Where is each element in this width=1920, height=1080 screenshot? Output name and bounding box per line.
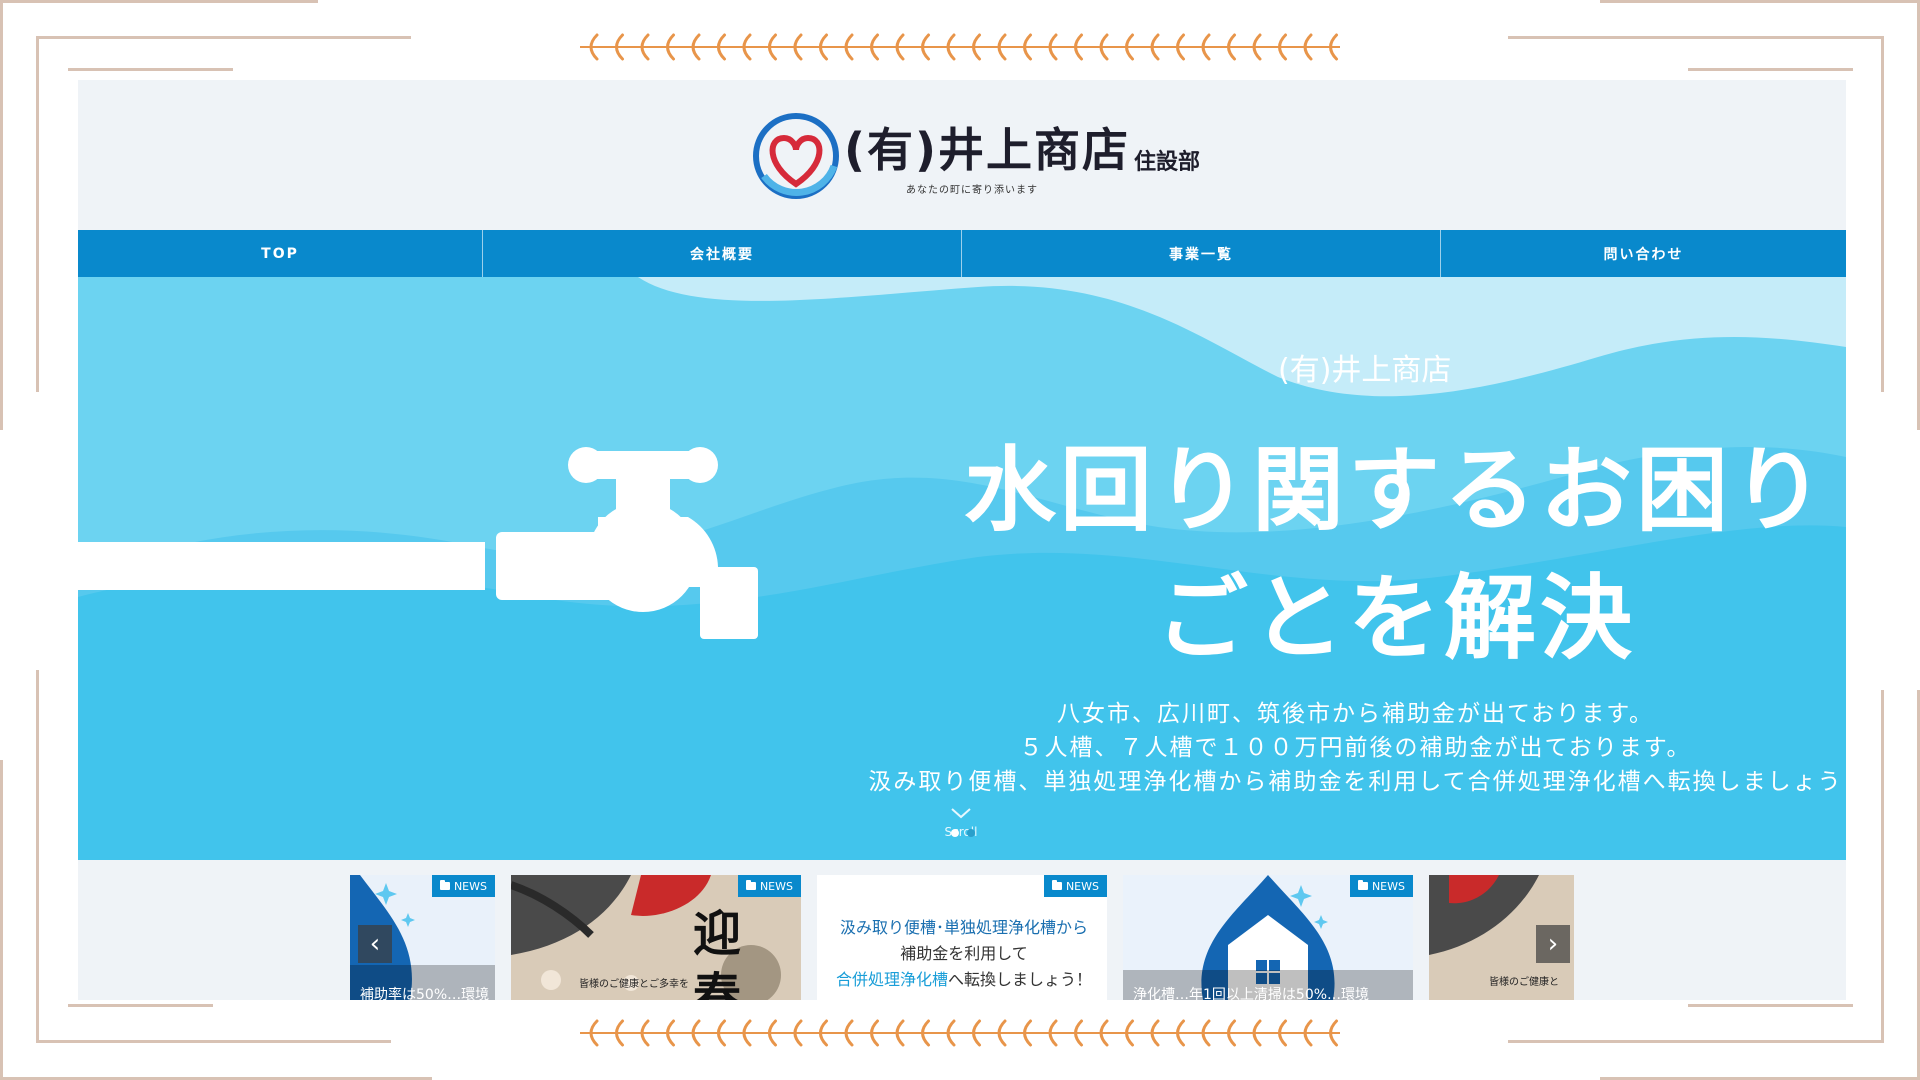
chevron-right-icon: › bbox=[1547, 929, 1559, 959]
hero-description-line: 汲み取り便槽、単独処理浄化槽から補助金を利用して合併処理浄化槽へ転換しましょう bbox=[868, 769, 1843, 795]
hero-headline: 水回り関するお困り ごとを解決 bbox=[946, 427, 1846, 683]
carousel-prev-button[interactable]: ‹ bbox=[358, 925, 392, 963]
news-card-banner-text: 汲み取り便槽･単独処理浄化槽から 補助金を利用して 合併処理浄化槽へ転換しましょ… bbox=[829, 915, 1099, 993]
slider-pagination bbox=[951, 829, 975, 837]
banner-line-3: 合併処理浄化槽へ転換しましょう！ bbox=[829, 967, 1099, 993]
hero-headline-line2: ごとを解決 bbox=[1155, 565, 1636, 672]
news-badge-label: NEWS bbox=[759, 879, 793, 893]
news-badge-label: NEWS bbox=[1065, 879, 1099, 893]
leaf-garland-bottom bbox=[580, 1019, 1340, 1047]
news-badge: NEWS bbox=[431, 875, 495, 897]
website: (有)井上商店 住設部 あなたの町に寄り添います TOP 会社概要 事業一覧 問… bbox=[78, 80, 1846, 1000]
new-year-greeting: 皆様のご健康と bbox=[1489, 977, 1559, 988]
heart-logo-icon bbox=[753, 113, 839, 199]
nav-item-top[interactable]: TOP bbox=[78, 230, 483, 277]
slider-dot-2[interactable] bbox=[967, 829, 975, 837]
logo-tagline: あなたの町に寄り添います bbox=[906, 185, 1038, 196]
carousel-next-button[interactable]: › bbox=[1536, 925, 1570, 963]
folder-icon bbox=[439, 880, 450, 890]
banner-line-2: 補助金を利用して bbox=[900, 944, 1028, 963]
news-carousel: NEWS 補助率は50%…環境 迎春 皆様のご健康とご多幸を NEWS NEWS… bbox=[78, 860, 1846, 1000]
hero-headline-line1: 水回り関するお困り bbox=[963, 437, 1828, 544]
new-year-calligraphy: 迎春 bbox=[693, 906, 742, 1000]
folder-icon bbox=[745, 880, 756, 890]
nav-item-contact[interactable]: 問い合わせ bbox=[1441, 230, 1846, 277]
site-logo[interactable]: (有)井上商店 住設部 あなたの町に寄り添います bbox=[746, 106, 1206, 206]
news-badge: NEWS bbox=[1043, 875, 1107, 897]
slider-dot-1[interactable] bbox=[951, 829, 959, 837]
news-card-caption: 浄化槽…年1回以上清掃は50%…環境 bbox=[1133, 987, 1370, 1000]
news-badge: NEWS bbox=[737, 875, 801, 897]
nav-item-services[interactable]: 事業一覧 bbox=[962, 230, 1441, 277]
chevron-left-icon: ‹ bbox=[369, 929, 381, 959]
hero-description-line: ５人槽、７人槽で１００万円前後の補助金が出ております。 bbox=[1019, 735, 1692, 761]
new-year-greeting: 皆様のご健康とご多幸を bbox=[579, 979, 689, 990]
news-card[interactable]: NEWS 汲み取り便槽･単独処理浄化槽から 補助金を利用して 合併処理浄化槽へ転… bbox=[817, 875, 1107, 1000]
hero-description-line: 八女市、広川町、筑後市から補助金が出ております。 bbox=[1056, 701, 1654, 727]
leaf-garland-top bbox=[580, 33, 1340, 61]
hero-slider[interactable]: (有)井上商店 水回り関するお困り ごとを解決 八女市、広川町、筑後市から補助金… bbox=[78, 277, 1846, 860]
hero-company-name: (有)井上商店 bbox=[1278, 353, 1452, 388]
banner-line-1: 汲み取り便槽･単独処理浄化槽から bbox=[839, 918, 1088, 937]
news-badge-label: NEWS bbox=[453, 879, 487, 893]
folder-icon bbox=[1051, 880, 1062, 890]
banner-highlight: 合併処理浄化槽 bbox=[835, 970, 948, 989]
news-card-caption: 補助率は50%…環境 bbox=[360, 987, 490, 1000]
logo-division: 住設部 bbox=[1134, 150, 1201, 175]
news-card[interactable]: NEWS 浄化槽…年1回以上清掃は50%…環境 bbox=[1123, 875, 1413, 1000]
news-card[interactable]: 迎春 皆様のご健康とご多幸を NEWS bbox=[511, 875, 801, 1000]
site-header: (有)井上商店 住設部 あなたの町に寄り添います bbox=[78, 80, 1846, 230]
news-badge: NEWS bbox=[1349, 875, 1413, 897]
chevron-down-icon bbox=[951, 808, 971, 819]
logo-company-name: (有)井上商店 bbox=[844, 123, 1131, 177]
banner-line-3-rest: へ転換しましょう！ bbox=[948, 970, 1093, 989]
news-badge-label: NEWS bbox=[1371, 879, 1405, 893]
hero-description: 八女市、広川町、筑後市から補助金が出ております。 ５人槽、７人槽で１００万円前後… bbox=[868, 697, 1843, 799]
nav-item-company[interactable]: 会社概要 bbox=[483, 230, 962, 277]
main-navigation: TOP 会社概要 事業一覧 問い合わせ bbox=[78, 230, 1846, 277]
faucet-icon bbox=[78, 447, 758, 639]
folder-icon bbox=[1357, 880, 1368, 890]
